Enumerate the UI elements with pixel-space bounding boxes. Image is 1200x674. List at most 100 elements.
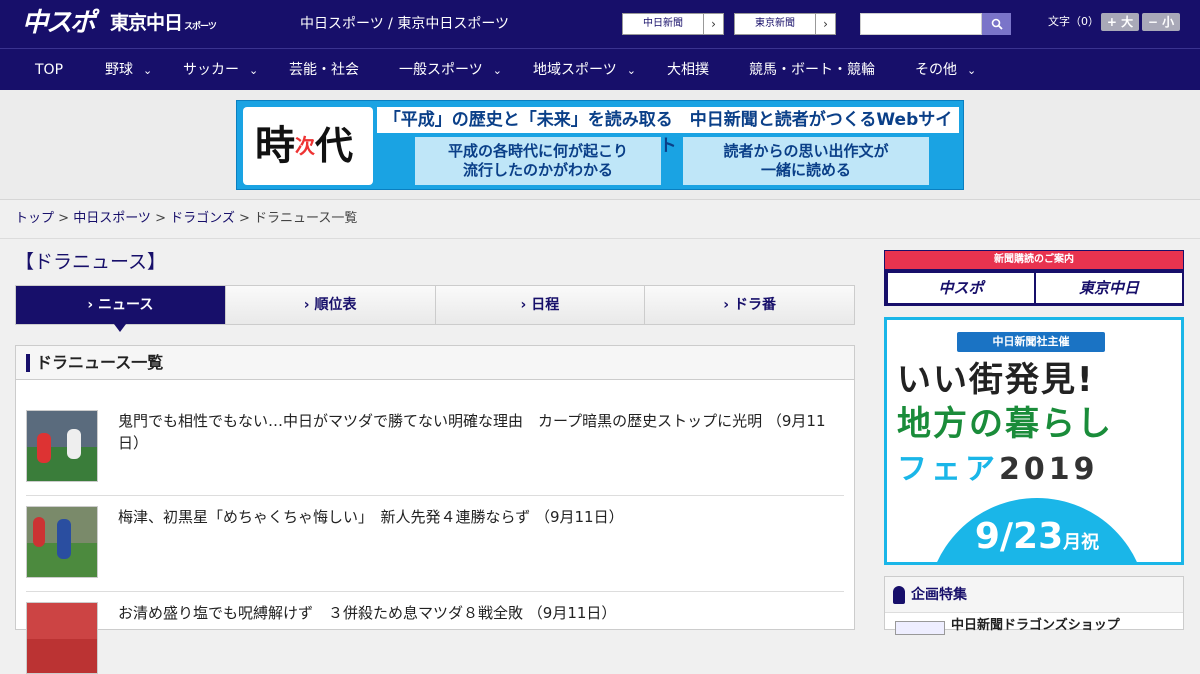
search-button[interactable]: [982, 13, 1011, 35]
tokyo-chunichi-logo[interactable]: 東京中日 スポーツ: [110, 10, 217, 40]
nav-item-label: 大相撲: [667, 62, 709, 78]
feature-heading-label: 企画特集: [911, 587, 967, 603]
breadcrumb-chunichi-sports[interactable]: 中日スポーツ: [73, 211, 151, 226]
ad-date-suffix: 月祝: [1063, 532, 1100, 553]
thumbnail-figure: [33, 517, 45, 547]
tab-standings[interactable]: › 順位表: [224, 286, 435, 324]
news-headline[interactable]: 梅津、初黒星「めちゃくちゃ悔しい」 新人先発４連勝ならず （9月11日）: [118, 506, 844, 528]
ad-line-3-year: 2019: [999, 452, 1099, 487]
news-list-item[interactable]: 梅津、初黒星「めちゃくちゃ悔しい」 新人先発４連勝ならず （9月11日）: [26, 506, 844, 592]
breadcrumb-top[interactable]: トップ: [15, 211, 54, 226]
nav-item-label: 地域スポーツ: [533, 62, 617, 78]
subscription-label: 新聞購読のご案内: [885, 251, 1183, 269]
nav-item-sumo[interactable]: 大相撲: [667, 49, 709, 91]
news-headline[interactable]: 鬼門でも相性でもない…中日がマツダで勝てない明確な理由 カープ暗黒の歴史ストップ…: [118, 410, 844, 454]
banner-kanji-logo: 時次代: [243, 107, 373, 185]
tokyo-shimbun-link[interactable]: 東京新聞 ›: [734, 13, 836, 35]
nav-item-regional-sports[interactable]: 地域スポーツ ⌄: [533, 49, 636, 91]
subscribe-tokyo-chunichi[interactable]: 東京中日: [1036, 273, 1182, 303]
tab-chevron-icon: ›: [303, 297, 310, 313]
nav-item-label: 一般スポーツ: [399, 62, 483, 78]
local-life-fair-ad[interactable]: 中日新聞社主催 いい街発見! 地方の暮らし フェア2019 9/23月祝: [884, 317, 1184, 565]
thumbnail-figure: [37, 433, 51, 463]
news-list-item[interactable]: 鬼門でも相性でもない…中日がマツダで勝てない明確な理由 カープ暗黒の歴史ストップ…: [26, 410, 844, 496]
tokyo-chunichi-logo-small: スポーツ: [184, 22, 217, 32]
feature-item[interactable]: 中日新聞ドラゴンズショップ: [951, 619, 1120, 633]
chevron-down-icon: ⌄: [626, 64, 636, 77]
nav-item-general-sports[interactable]: 一般スポーツ ⌄: [399, 49, 502, 91]
breadcrumb-dragons[interactable]: ドラゴンズ: [170, 211, 235, 226]
chunichi-sports-logo[interactable]: 中スポ: [22, 6, 96, 40]
search-icon: [991, 18, 1003, 30]
news-list-item[interactable]: お清め盛り塩でも呪縛解けず ３併殺ため息マツダ８戦全敗 （9月11日）: [26, 602, 844, 674]
tab-news[interactable]: › ニュース: [16, 286, 225, 332]
chunichi-shimbun-label: 中日新聞: [643, 18, 683, 29]
thumbnail-background: [27, 603, 97, 639]
nav-item-label: TOP: [35, 62, 64, 78]
nav-item-other[interactable]: その他 ⌄: [915, 49, 976, 91]
news-thumbnail[interactable]: [26, 506, 98, 578]
feature-heading: 企画特集: [885, 577, 1183, 613]
tab-label: ドラ番: [733, 297, 776, 313]
search-input[interactable]: [860, 13, 982, 35]
nav-item-label: サッカー: [183, 62, 239, 78]
ad-line-2: 地方の暮らし: [897, 404, 1113, 444]
news-thumbnail[interactable]: [26, 602, 98, 674]
ad-line-3: フェア2019: [897, 450, 1099, 490]
nav-item-label: 競馬・ボート・競輪: [749, 62, 875, 78]
ad-line-3-fair: フェア: [897, 452, 999, 487]
banner-headline: 「平成」の歴史と「未来」を読み取る 中日新聞と読者がつくるWebサイト: [377, 107, 959, 156]
font-smaller-button[interactable]: − 小: [1142, 13, 1180, 31]
feature-thumbnail[interactable]: [895, 621, 945, 635]
news-thumbnail[interactable]: [26, 410, 98, 482]
nav-item-baseball[interactable]: 野球 ⌄: [105, 49, 152, 91]
chevron-right-icon: ›: [815, 14, 835, 34]
breadcrumb-current: ドラニュース一覧: [254, 211, 358, 226]
site-title[interactable]: 中日スポーツ / 東京中日スポーツ: [300, 15, 509, 33]
top-header: 中スポ 東京中日 スポーツ 中日スポーツ / 東京中日スポーツ 中日新聞 › 東京…: [0, 0, 1200, 48]
ribbon-icon: [893, 586, 905, 604]
news-headline[interactable]: お清め盛り塩でも呪縛解けず ３併殺ため息マツダ８戦全敗 （9月11日）: [118, 602, 844, 624]
tab-label: ニュース: [98, 297, 154, 313]
font-larger-button[interactable]: + 大: [1101, 13, 1139, 31]
tab-chevron-icon: ›: [723, 297, 730, 313]
chevron-down-icon: ⌄: [967, 64, 977, 77]
font-size-label: 文字（0）: [1048, 15, 1099, 28]
nav-item-label: その他: [915, 62, 957, 78]
news-list-panel: ドラニュース一覧 鬼門でも相性でもない…中日がマツダで勝てない明確な理由 カープ…: [15, 345, 855, 674]
page-title: 【ドラニュース】: [15, 251, 167, 273]
banner-kanji-dai: 代: [315, 123, 354, 168]
tab-schedule[interactable]: › 日程: [434, 286, 645, 324]
subscription-banner[interactable]: 新聞購読のご案内 中スポ 東京中日: [884, 250, 1184, 306]
banner-box-line: 読者からの思い出作文が: [723, 142, 889, 160]
ad-line-1: いい街発見!: [897, 360, 1095, 400]
banner-box-history: 平成の各時代に何が起こり 流行したのかがわかる: [415, 137, 661, 185]
ad-organizer-tag: 中日新聞社主催: [957, 332, 1105, 352]
nav-item-entertainment[interactable]: 芸能・社会: [289, 49, 359, 91]
banner-box-line: 一緒に読める: [760, 161, 851, 179]
ad-date-circle: 9/23月祝: [927, 498, 1147, 562]
tab-label: 順位表: [314, 297, 357, 313]
banner-box-line: 平成の各時代に何が起こり: [447, 142, 628, 160]
news-list-heading: ドラニュース一覧: [16, 346, 854, 380]
chevron-right-icon: ›: [703, 14, 723, 34]
subscribe-chunichi-sports[interactable]: 中スポ: [888, 273, 1034, 303]
thumbnail-figure: [67, 429, 81, 459]
tab-chevron-icon: ›: [520, 297, 527, 313]
nav-item-racing[interactable]: 競馬・ボート・競輪: [749, 49, 875, 91]
chevron-down-icon: ⌄: [249, 64, 259, 77]
chunichi-shimbun-link[interactable]: 中日新聞 ›: [622, 13, 724, 35]
nav-item-soccer[interactable]: サッカー ⌄: [183, 49, 258, 91]
tab-label: 日程: [531, 297, 560, 313]
breadcrumb-sep: >: [54, 211, 74, 226]
chevron-down-icon: ⌄: [143, 64, 153, 77]
banner-box-memories: 読者からの思い出作文が 一緒に読める: [683, 137, 929, 185]
feature-box: 企画特集 中日新聞ドラゴンズショップ: [884, 576, 1184, 635]
chevron-down-icon: ⌄: [492, 64, 502, 77]
tab-dora-ban[interactable]: › ドラ番: [644, 286, 854, 324]
tokyo-shimbun-label: 東京新聞: [755, 18, 795, 29]
breadcrumb-sep: >: [150, 211, 171, 226]
ad-date: 9/23: [974, 516, 1064, 557]
nav-item-top[interactable]: TOP: [35, 49, 63, 91]
jidai-banner-ad[interactable]: 時次代 「平成」の歴史と「未来」を読み取る 中日新聞と読者がつくるWebサイト …: [236, 100, 964, 190]
